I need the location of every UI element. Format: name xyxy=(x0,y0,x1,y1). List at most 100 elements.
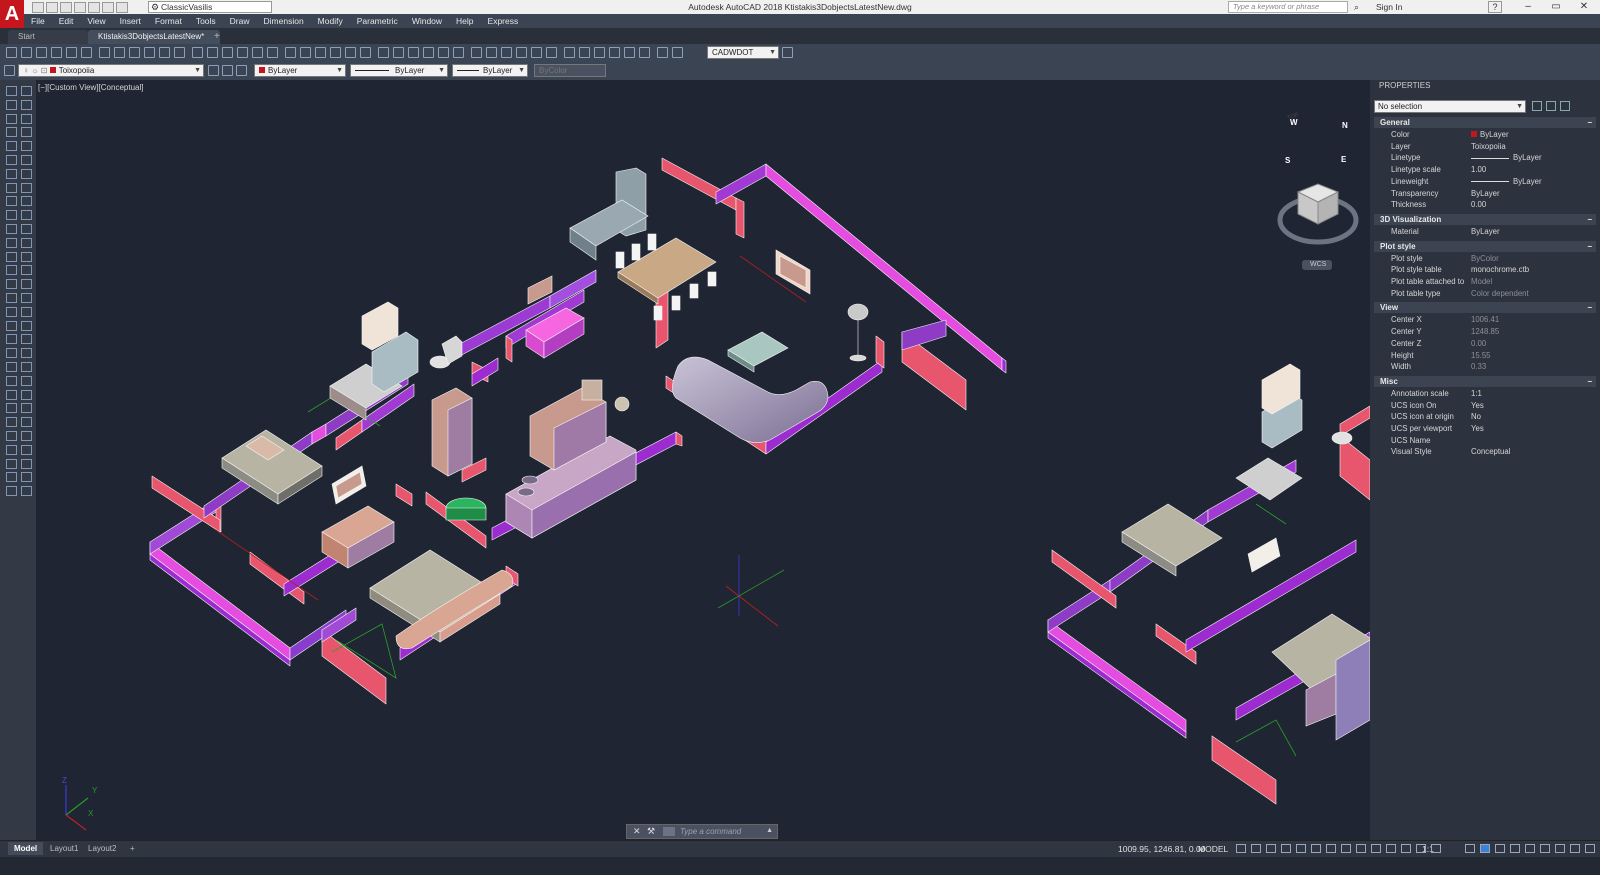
property-row[interactable]: Color ByLayer xyxy=(1374,129,1596,141)
menu-insert[interactable]: Insert xyxy=(113,16,148,26)
hardware-acceleration-icon[interactable] xyxy=(1555,844,1565,853)
property-row[interactable]: Plot table attached to Model xyxy=(1374,276,1596,288)
zoom-previous-icon[interactable] xyxy=(237,47,248,58)
modify-tool-icon[interactable] xyxy=(21,99,32,110)
tool-34-icon[interactable] xyxy=(531,47,542,58)
select-objects-icon[interactable] xyxy=(1546,101,1556,111)
menu-draw[interactable]: Draw xyxy=(223,16,257,26)
model-space-button[interactable]: MODEL xyxy=(1198,844,1228,854)
tool-38-icon[interactable] xyxy=(594,47,605,58)
draw-tool-icon[interactable] xyxy=(6,265,17,276)
layer-previous-icon[interactable] xyxy=(222,65,233,76)
modify-tool-icon[interactable] xyxy=(21,334,32,345)
modify-tool-icon[interactable] xyxy=(21,293,32,303)
selection-dropdown[interactable]: No selection ▼ xyxy=(1374,100,1526,113)
tool-32-icon[interactable] xyxy=(501,47,512,58)
pan-icon[interactable] xyxy=(192,47,203,58)
draw-tool-icon[interactable] xyxy=(6,86,17,96)
command-input[interactable]: Type a command xyxy=(680,827,741,836)
property-value[interactable]: 1248.85 xyxy=(1471,326,1499,338)
tool-42-icon[interactable] xyxy=(657,47,668,58)
match-icon[interactable] xyxy=(144,47,155,58)
color-dropdown[interactable]: ByLayer ▼ xyxy=(254,64,346,77)
wcs-menu[interactable]: WCS xyxy=(1310,261,1326,268)
property-row[interactable]: Height 15.55 xyxy=(1374,350,1596,362)
minimize-button[interactable]: – xyxy=(1514,0,1542,14)
draw-tool-icon[interactable] xyxy=(6,334,17,345)
tool-33-icon[interactable] xyxy=(516,47,527,58)
property-value[interactable]: 15.55 xyxy=(1471,350,1491,362)
add-layout-button[interactable]: + xyxy=(124,842,141,855)
coordinates-readout[interactable]: 1009.95, 1246.81, 0.00 xyxy=(1118,844,1205,854)
quick-properties-icon[interactable] xyxy=(1510,844,1520,853)
plot-icon[interactable] xyxy=(88,1,100,13)
tool-23-icon[interactable] xyxy=(360,47,371,58)
quick-select-icon[interactable] xyxy=(1560,101,1570,111)
lineweight-dropdown[interactable]: ByLayer ▼ xyxy=(452,64,528,77)
property-row[interactable]: Material ByLayer xyxy=(1374,226,1596,238)
undo-icon[interactable] xyxy=(102,1,114,13)
modify-tool-icon[interactable] xyxy=(21,86,32,96)
tool-35-icon[interactable] xyxy=(546,47,557,58)
modify-tool-icon[interactable] xyxy=(21,251,32,262)
binoculars-icon[interactable]: ⌕ xyxy=(1354,2,1359,13)
draw-tool-icon[interactable] xyxy=(6,127,17,138)
tab-layout1[interactable]: Layout1 xyxy=(44,842,84,855)
modify-tool-icon[interactable] xyxy=(21,486,32,497)
property-row[interactable]: Linetype ByLayer xyxy=(1374,152,1596,164)
property-value[interactable]: 0.00 xyxy=(1471,338,1486,350)
units-icon[interactable] xyxy=(1495,844,1505,853)
search-input[interactable]: Type a keyword or phrase xyxy=(1228,1,1348,13)
menu-dimension[interactable]: Dimension xyxy=(257,16,311,26)
modify-tool-icon[interactable] xyxy=(21,389,32,400)
modify-tool-icon[interactable] xyxy=(21,375,32,386)
property-value[interactable]: 1.00 xyxy=(1471,164,1486,176)
transparency-icon[interactable] xyxy=(1356,844,1366,853)
modify-tool-icon[interactable] xyxy=(21,306,32,317)
draw-tool-icon[interactable] xyxy=(6,306,17,317)
ortho-icon[interactable] xyxy=(1266,844,1276,853)
osnap-tracking-icon[interactable] xyxy=(1311,844,1321,853)
draw-tool-icon[interactable] xyxy=(6,155,17,165)
modify-tool-icon[interactable] xyxy=(21,458,32,469)
workspace-icon[interactable] xyxy=(1465,844,1475,853)
draw-tool-icon[interactable] xyxy=(6,417,17,428)
tool-25-icon[interactable] xyxy=(393,47,404,58)
3d-osnap-icon[interactable] xyxy=(1386,844,1396,853)
layer-dropdown[interactable]: ♀ ☼ ⊡ Toixopoiia ▼ xyxy=(18,64,204,77)
chevron-up-icon[interactable]: ▲ xyxy=(766,827,773,834)
property-value[interactable]: 1:1 xyxy=(1471,388,1482,400)
property-row[interactable]: UCS per viewport Yes xyxy=(1374,423,1596,435)
property-value[interactable]: ByLayer xyxy=(1471,176,1542,188)
help-button[interactable]: ? xyxy=(1488,1,1502,13)
tab-layout2[interactable]: Layout2 xyxy=(82,842,122,855)
tool-26-icon[interactable] xyxy=(408,47,419,58)
property-value[interactable]: Yes xyxy=(1471,400,1484,412)
modify-tool-icon[interactable] xyxy=(21,210,32,221)
menu-parametric[interactable]: Parametric xyxy=(350,16,405,26)
sign-in-button[interactable]: Sign In xyxy=(1376,2,1402,12)
modify-tool-icon[interactable] xyxy=(21,224,32,234)
modify-tool-icon[interactable] xyxy=(21,141,32,152)
modify-tool-icon[interactable] xyxy=(21,168,32,179)
drawing-viewport[interactable] xyxy=(36,80,1370,840)
undo-icon[interactable] xyxy=(159,47,170,58)
open-file-icon[interactable] xyxy=(46,1,58,13)
property-value[interactable]: 0.33 xyxy=(1471,361,1486,373)
tool-24-icon[interactable] xyxy=(378,47,389,58)
tool-39-icon[interactable] xyxy=(609,47,620,58)
lock-ui-icon[interactable] xyxy=(1525,844,1535,853)
help-icon[interactable] xyxy=(345,47,356,58)
modify-tool-icon[interactable] xyxy=(21,127,32,138)
sheet-set-icon[interactable] xyxy=(252,47,263,58)
markup-icon[interactable] xyxy=(330,47,341,58)
redo-icon[interactable] xyxy=(174,47,185,58)
menu-view[interactable]: View xyxy=(80,16,112,26)
property-row[interactable]: Visual Style Conceptual xyxy=(1374,446,1596,458)
make-current-layer-icon[interactable] xyxy=(208,65,219,76)
open-icon[interactable] xyxy=(21,47,32,58)
tool-28-icon[interactable] xyxy=(438,47,449,58)
draw-tool-icon[interactable] xyxy=(6,431,17,441)
save-as-icon[interactable] xyxy=(74,1,86,13)
modify-tool-icon[interactable] xyxy=(21,348,32,359)
